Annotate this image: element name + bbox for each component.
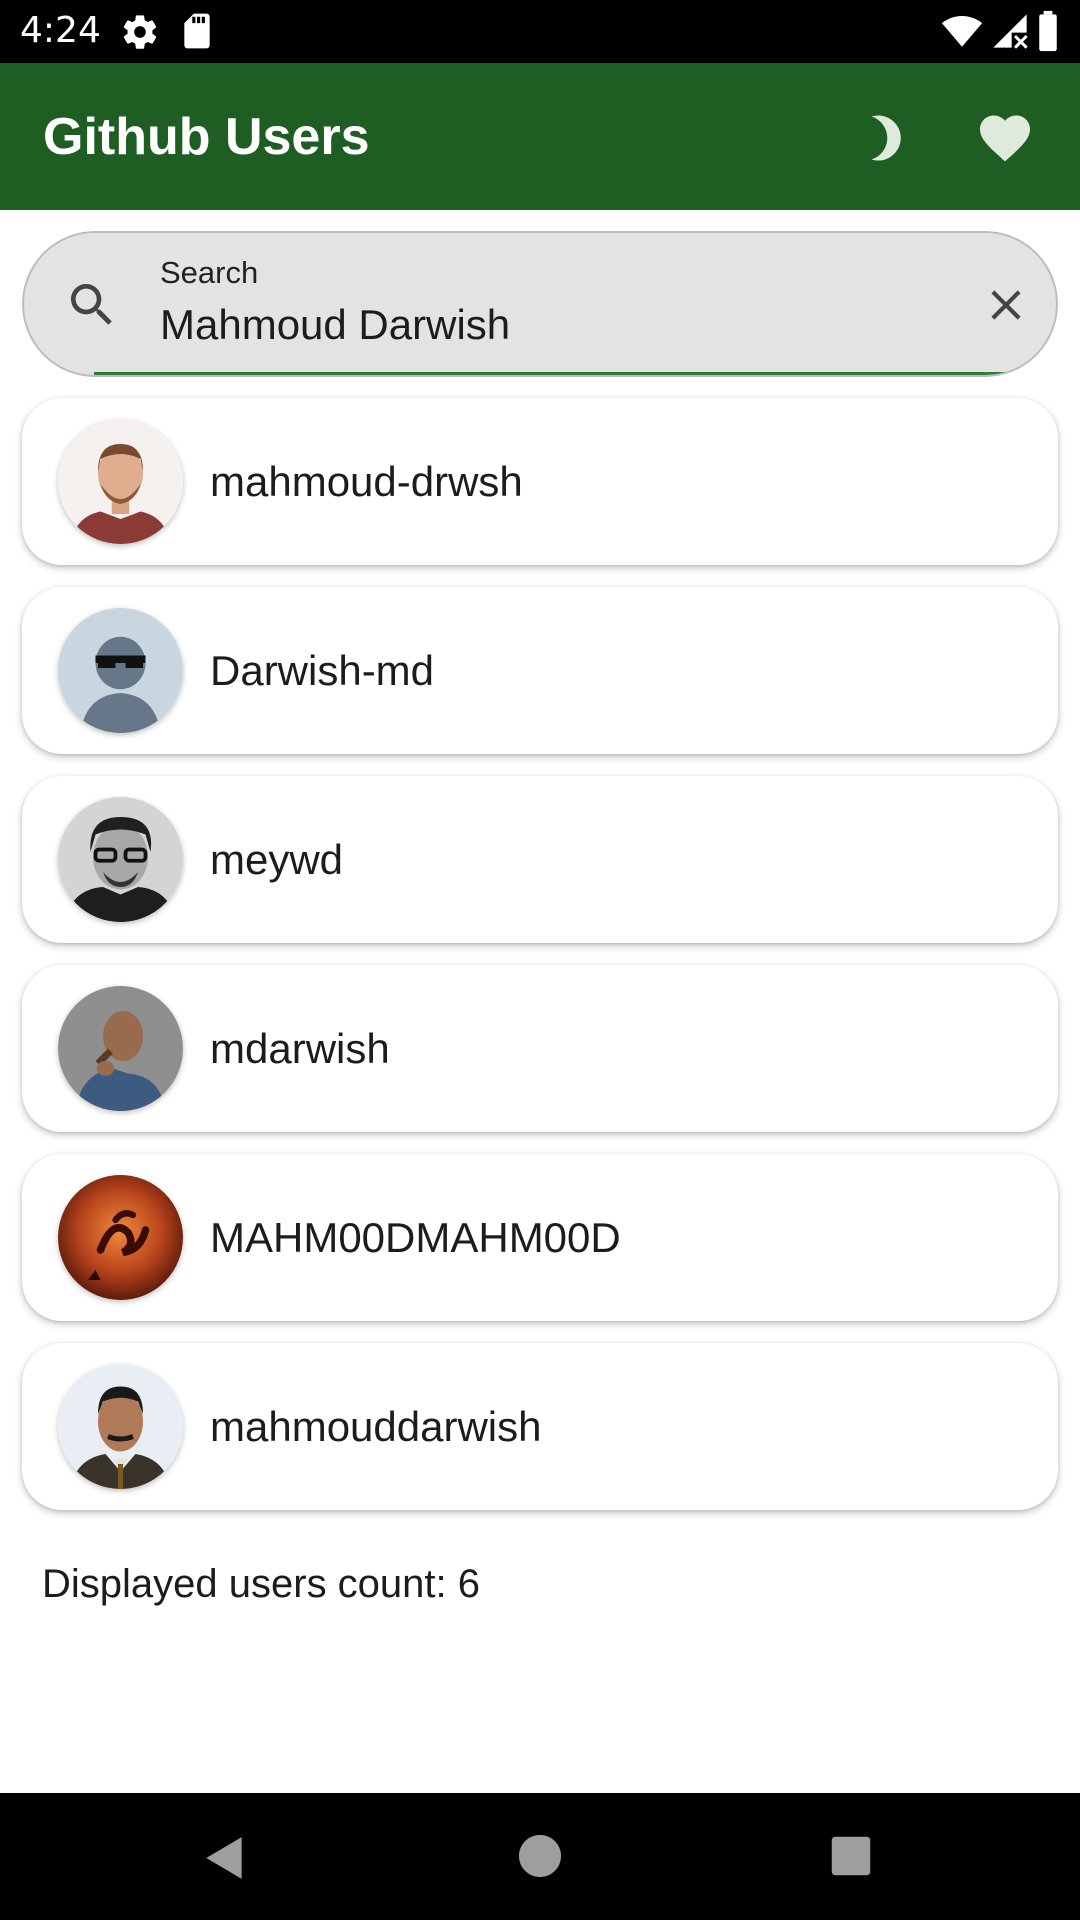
search-field[interactable]: Search <box>22 231 1058 377</box>
user-login: mahmoud-drwsh <box>210 458 523 505</box>
theme-toggle-button[interactable] <box>850 103 920 173</box>
clear-search-button[interactable] <box>974 273 1038 337</box>
user-list-item[interactable]: Darwish-md <box>22 587 1058 754</box>
navigation-bar <box>0 1793 1080 1920</box>
user-list-item[interactable]: mahmouddarwish <box>22 1343 1058 1510</box>
user-list-item[interactable]: meywd <box>22 776 1058 943</box>
avatar <box>58 1364 183 1489</box>
status-bar: 4:24 <box>0 0 1080 63</box>
avatar <box>58 986 183 1111</box>
user-list-item[interactable]: mahmoud-drwsh <box>22 398 1058 565</box>
signal-icon <box>993 14 1028 49</box>
avatar <box>58 1175 183 1300</box>
avatar <box>58 608 183 733</box>
user-list-item[interactable]: MAHM00DMAHM00D <box>22 1154 1058 1321</box>
user-list-item[interactable]: mdarwish <box>22 965 1058 1132</box>
avatar <box>58 419 183 544</box>
back-icon[interactable] <box>200 1833 250 1883</box>
user-login: meywd <box>210 836 344 883</box>
search-icon <box>71 284 112 325</box>
favorites-button[interactable] <box>970 103 1040 173</box>
search-input[interactable] <box>160 301 940 349</box>
user-login: mdarwish <box>210 1025 390 1072</box>
status-time: 4:24 <box>20 10 101 51</box>
heart-icon <box>980 115 1030 162</box>
user-login: mahmouddarwish <box>210 1403 542 1450</box>
user-login: MAHM00DMAHM00D <box>210 1214 621 1261</box>
wifi-icon <box>941 15 983 47</box>
home-icon[interactable] <box>517 1833 563 1879</box>
gear-icon <box>123 15 157 49</box>
app-bar: Github Users <box>0 63 1080 210</box>
avatar <box>58 797 183 922</box>
search-underline <box>94 372 1006 375</box>
moon-icon <box>871 115 901 161</box>
sd-card-icon <box>184 13 210 49</box>
close-icon <box>991 290 1021 320</box>
battery-icon <box>1039 10 1057 52</box>
user-login: Darwish-md <box>210 647 435 694</box>
recents-icon[interactable] <box>830 1835 872 1877</box>
users-count-text: Displayed users count: 6 <box>42 1562 481 1606</box>
app-title: Github Users <box>43 108 370 166</box>
search-label: Search <box>160 255 259 290</box>
